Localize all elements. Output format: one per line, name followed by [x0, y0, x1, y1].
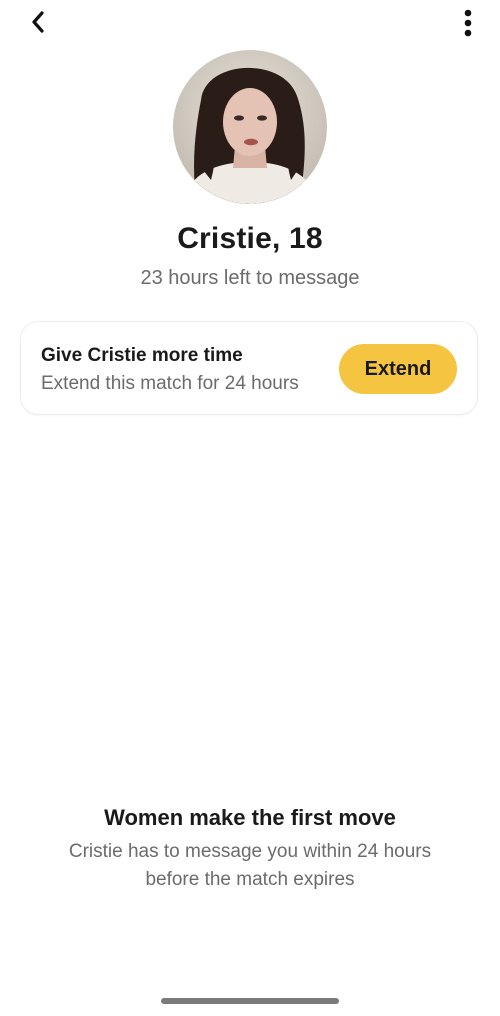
extend-match-card: Give Cristie more time Extend this match… [20, 321, 478, 415]
back-button[interactable] [22, 6, 54, 38]
home-indicator[interactable] [161, 998, 339, 1004]
chevron-left-icon [32, 11, 44, 33]
first-move-title: Women make the first move [104, 805, 396, 830]
first-move-description: Cristie has to message you within 24 hou… [68, 841, 432, 890]
extend-card-title: Give Cristie more time [41, 345, 243, 366]
avatar[interactable] [173, 50, 327, 204]
profile-photo [173, 50, 327, 204]
vertical-ellipsis-icon [464, 9, 472, 37]
extend-card-subtitle: Extend this match for 24 hours [41, 373, 299, 394]
profile-name-age: Cristie, 18 [177, 222, 323, 255]
time-left-text: 23 hours left to message [140, 267, 360, 289]
more-options-button[interactable] [456, 6, 480, 40]
top-bar [0, 0, 500, 48]
extend-button[interactable]: Extend [339, 344, 457, 394]
